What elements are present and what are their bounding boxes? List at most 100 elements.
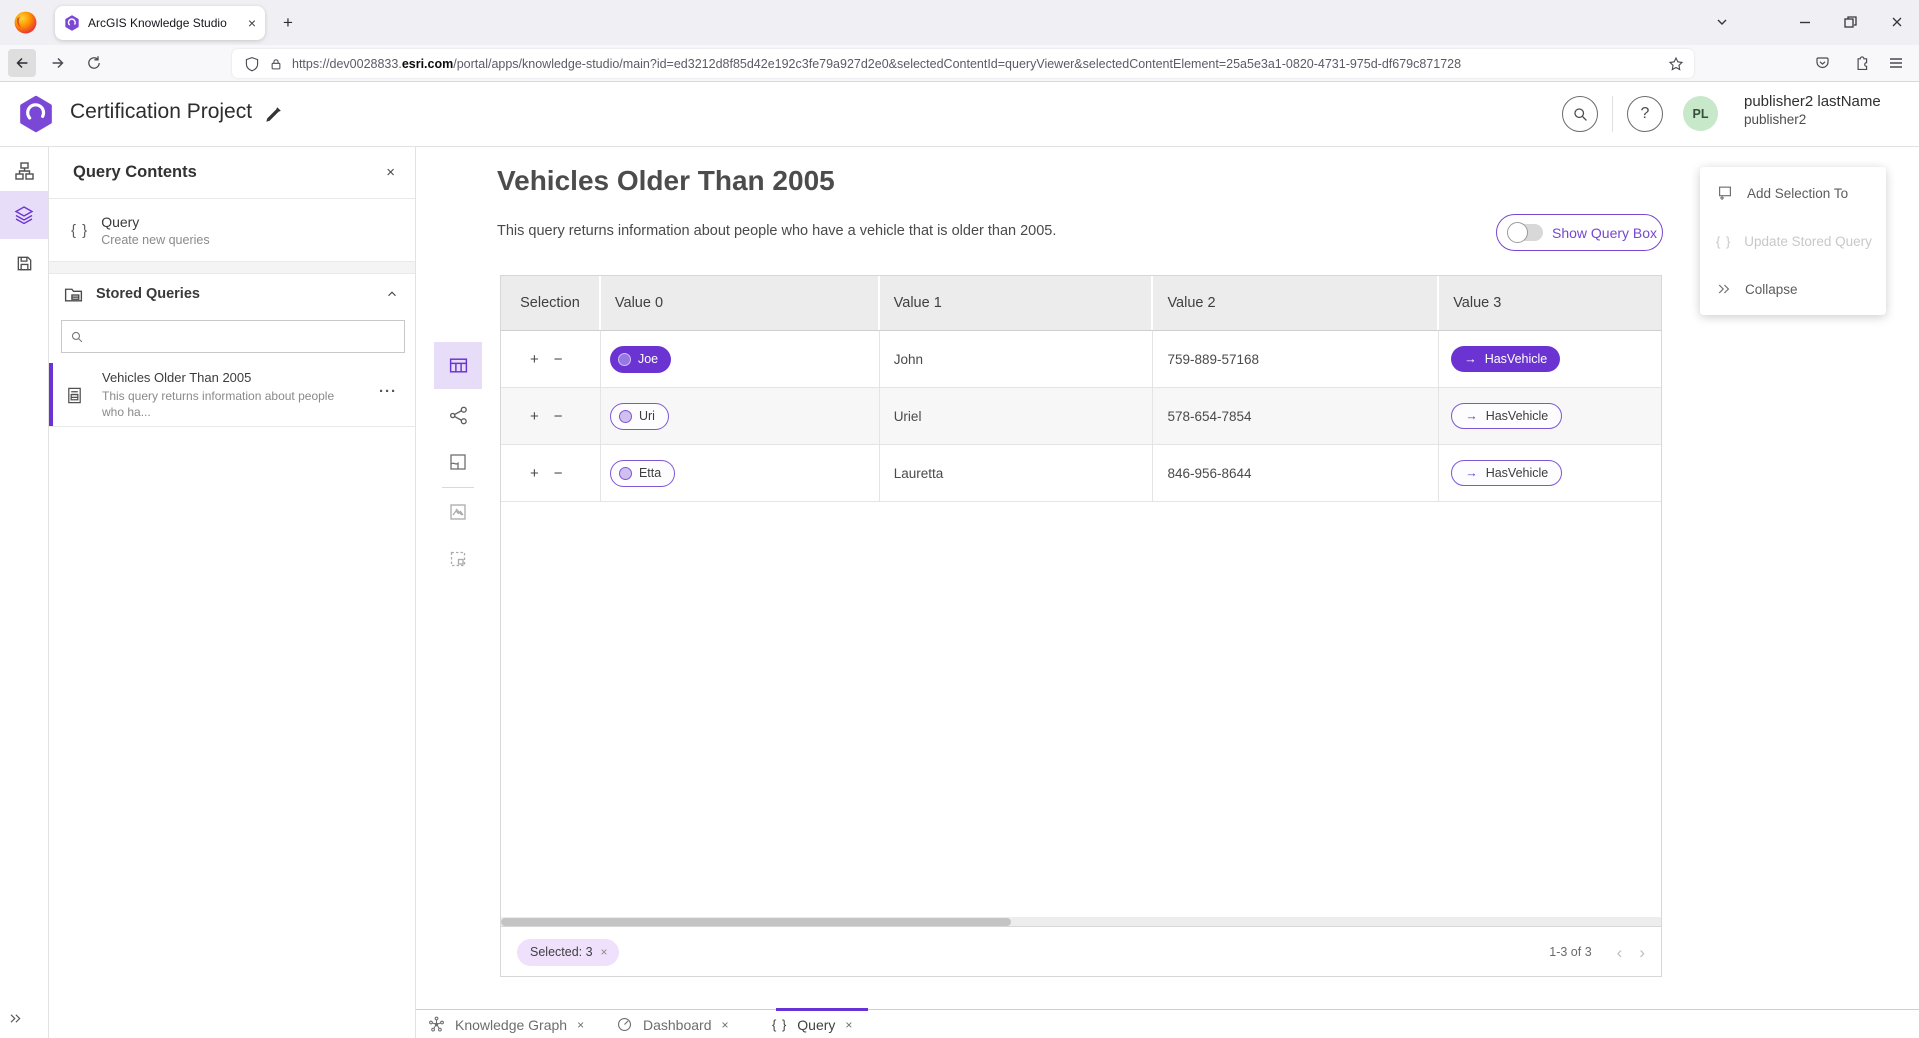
- tab-query[interactable]: { } Query ×: [772, 1010, 852, 1038]
- query-create-item[interactable]: { } Query Create new queries: [49, 198, 415, 262]
- stored-query-title: Vehicles Older Than 2005: [102, 370, 251, 385]
- arrow-right-icon: →: [1465, 409, 1478, 423]
- new-tab-button[interactable]: +: [276, 11, 300, 35]
- expand-rail-button[interactable]: [8, 1011, 23, 1026]
- extensions-puzzle-icon[interactable]: [1847, 49, 1875, 77]
- sidebar-item-data-model[interactable]: [0, 147, 48, 195]
- value-cell: 578-654-7854: [1153, 388, 1439, 445]
- stored-query-item[interactable]: Vehicles Older Than 2005 This query retu…: [49, 363, 415, 427]
- firefox-icon[interactable]: [13, 10, 38, 35]
- clear-selection-icon[interactable]: ×: [601, 945, 608, 959]
- expand-plus-button[interactable]: +: [530, 408, 539, 425]
- collapse-minus-button[interactable]: −: [554, 351, 563, 368]
- table-row: + − Etta Lauretta 846-956-8644 →HasVehic…: [501, 445, 1661, 502]
- selection-tool-button[interactable]: [446, 547, 470, 571]
- relationship-pill[interactable]: →HasVehicle: [1451, 346, 1560, 372]
- save-floppy-icon: [15, 254, 34, 273]
- entity-pill[interactable]: Uri: [610, 403, 669, 430]
- entity-cell: Etta: [601, 445, 880, 502]
- toggle-knob: [1507, 222, 1528, 243]
- map-image-icon: [448, 502, 468, 522]
- reload-button[interactable]: [80, 49, 108, 77]
- pocket-icon[interactable]: [1808, 49, 1836, 77]
- value-cell: 759-889-57168: [1153, 331, 1439, 388]
- window-restore-button[interactable]: [1835, 8, 1865, 36]
- sidebar-item-save[interactable]: [0, 239, 48, 287]
- menu-item-update-stored-query[interactable]: { } Update Stored Query: [1700, 217, 1886, 265]
- show-query-box-toggle[interactable]: Show Query Box: [1496, 214, 1663, 251]
- menu-item-collapse[interactable]: Collapse: [1700, 265, 1886, 313]
- arrow-right-icon: →: [1465, 466, 1478, 480]
- panel-close-icon[interactable]: ×: [386, 164, 395, 181]
- user-subtitle: publisher2: [1744, 112, 1881, 129]
- header-divider: [1612, 96, 1613, 132]
- relationship-cell: →HasVehicle: [1439, 388, 1661, 445]
- tab-close-icon[interactable]: ×: [845, 1018, 852, 1032]
- selection-cell: + −: [501, 388, 601, 445]
- collapse-minus-button[interactable]: −: [554, 408, 563, 425]
- stored-queries-search[interactable]: [61, 320, 405, 353]
- tab-close-icon[interactable]: ×: [248, 15, 256, 31]
- entity-dot-icon: [619, 410, 632, 423]
- search-button[interactable]: [1562, 96, 1598, 132]
- edit-pencil-icon[interactable]: [265, 104, 284, 123]
- menu-item-add-selection-to[interactable]: Add Selection To: [1700, 169, 1886, 217]
- braces-icon: { }: [1716, 234, 1731, 249]
- page-description: This query returns information about peo…: [497, 223, 1056, 239]
- tracking-shield-icon[interactable]: [244, 56, 260, 72]
- column-header-selection: Selection: [501, 276, 601, 330]
- tab-close-icon[interactable]: ×: [577, 1018, 584, 1032]
- url-bar[interactable]: https://dev0028833.esri.com/portal/apps/…: [232, 49, 1694, 78]
- tab-dashboard[interactable]: Dashboard ×: [616, 1010, 729, 1038]
- back-button[interactable]: [8, 49, 36, 77]
- bookmark-star-icon[interactable]: [1668, 56, 1684, 72]
- tab-knowledge-graph[interactable]: Knowledge Graph ×: [428, 1010, 584, 1038]
- collapse-minus-button[interactable]: −: [554, 465, 563, 482]
- results-table: Selection Value 0 Value 1 Value 2 Value …: [500, 275, 1662, 977]
- prev-page-icon[interactable]: ‹: [1617, 944, 1623, 961]
- table-view-button[interactable]: [446, 353, 470, 377]
- window-close-button[interactable]: [1882, 8, 1912, 36]
- page-title: Vehicles Older Than 2005: [497, 165, 835, 197]
- table-row: + − Joe John 759-889-57168 →HasVehicle: [501, 331, 1661, 388]
- link-graph-icon: [448, 405, 469, 426]
- window-minimize-button[interactable]: [1790, 8, 1820, 36]
- search-input[interactable]: [91, 329, 396, 344]
- user-info[interactable]: publisher2 lastName publisher2: [1744, 93, 1881, 129]
- map-view-button[interactable]: [446, 450, 470, 474]
- avatar[interactable]: PL: [1683, 96, 1718, 131]
- forward-button[interactable]: [44, 49, 72, 77]
- new-map-from-selection-button[interactable]: [446, 500, 470, 524]
- entity-cell: Uri: [601, 388, 880, 445]
- browser-tab-title: ArcGIS Knowledge Studio: [88, 16, 240, 30]
- lock-icon[interactable]: [269, 57, 283, 71]
- user-name: publisher2 lastName: [1744, 93, 1881, 112]
- hamburger-menu-icon[interactable]: [1882, 49, 1910, 77]
- entity-pill[interactable]: Joe: [610, 346, 671, 373]
- stored-queries-header[interactable]: Stored Queries: [49, 274, 415, 314]
- main-content: Vehicles Older Than 2005 This query retu…: [416, 147, 1919, 1038]
- sidebar-item-contents[interactable]: [0, 191, 48, 239]
- expand-plus-button[interactable]: +: [530, 465, 539, 482]
- browser-window: ArcGIS Knowledge Studio × +: [0, 0, 1919, 1038]
- relationship-pill[interactable]: →HasVehicle: [1451, 460, 1562, 486]
- browser-tab-active[interactable]: ArcGIS Knowledge Studio ×: [55, 6, 265, 40]
- table-footer: Selected: 3 × 1-3 of 3 ‹ ›: [501, 926, 1661, 977]
- item-options-ellipsis-icon[interactable]: ···: [379, 383, 397, 400]
- expand-plus-button[interactable]: +: [530, 351, 539, 368]
- add-selection-icon: [1716, 184, 1734, 202]
- selection-cell: + −: [501, 445, 601, 502]
- column-header-value1: Value 1: [880, 276, 1154, 330]
- help-button[interactable]: ?: [1627, 96, 1663, 132]
- scrollbar-thumb[interactable]: [501, 918, 1011, 926]
- horizontal-scrollbar[interactable]: [501, 917, 1661, 926]
- double-chevron-right-icon: [1716, 281, 1732, 297]
- entity-pill[interactable]: Etta: [610, 460, 675, 487]
- next-page-icon[interactable]: ›: [1639, 944, 1645, 961]
- selected-count-chip[interactable]: Selected: 3 ×: [517, 939, 619, 966]
- link-chart-view-button[interactable]: [446, 403, 470, 427]
- relationship-pill[interactable]: →HasVehicle: [1451, 403, 1562, 429]
- tab-close-icon[interactable]: ×: [722, 1018, 729, 1032]
- list-tabs-chevron-icon[interactable]: [1707, 8, 1737, 36]
- map-icon: [448, 452, 468, 472]
